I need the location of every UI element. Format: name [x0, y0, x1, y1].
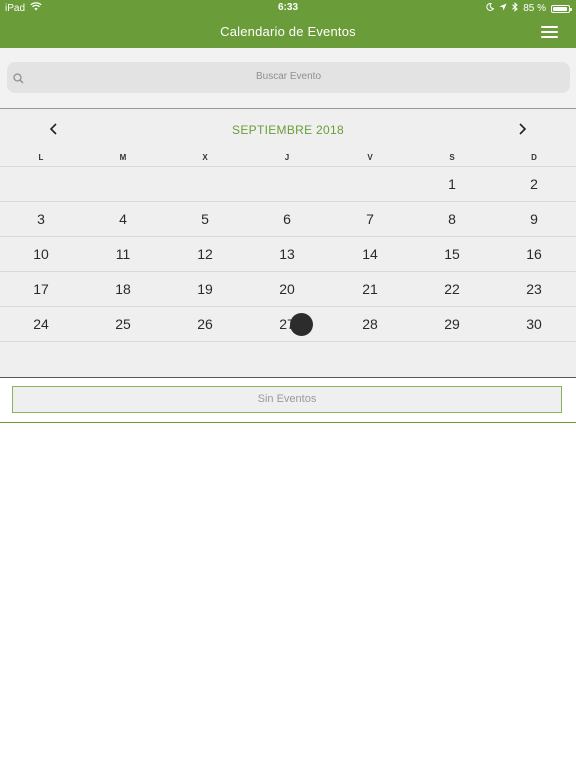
weekday-label: M [119, 153, 127, 162]
location-arrow-icon [499, 3, 507, 14]
calendar-day [329, 167, 411, 201]
calendar-week-row: 1 2 [0, 166, 576, 201]
battery-icon [551, 4, 572, 13]
calendar-day[interactable]: 21 [329, 272, 411, 306]
navigation-bar: Calendario de Eventos [0, 16, 576, 48]
calendar-day[interactable]: 11 [82, 237, 164, 271]
month-label: SEPTIEMBRE 2018 [232, 123, 344, 137]
calendar-day[interactable]: 28 [329, 307, 411, 341]
calendar-day[interactable]: 12 [164, 237, 246, 271]
calendar-day-today[interactable]: 27 [246, 307, 328, 341]
weekday-label: D [531, 153, 537, 162]
weekday-label: L [38, 153, 44, 162]
calendar-day[interactable]: 20 [246, 272, 328, 306]
calendar-day[interactable]: 29 [411, 307, 493, 341]
calendar-day[interactable]: 1 [411, 167, 493, 201]
calendar-day[interactable]: 25 [82, 307, 164, 341]
search-input[interactable]: Buscar Evento [7, 62, 570, 93]
calendar-day[interactable]: 4 [82, 202, 164, 236]
page-title: Calendario de Eventos [220, 24, 356, 39]
weekday-header: L M X J V S D [0, 153, 576, 167]
calendar-day[interactable]: 18 [82, 272, 164, 306]
calendar-week-row: 3 4 5 6 7 8 9 [0, 201, 576, 236]
weekday-label: V [367, 153, 373, 162]
search-bar-container: Buscar Evento [0, 48, 576, 108]
calendar-day[interactable]: 14 [329, 237, 411, 271]
chevron-right-icon[interactable] [515, 122, 529, 136]
top-bar: iPad 6:33 85 % Calendario de Eventos [0, 0, 576, 48]
bluetooth-icon [512, 2, 518, 15]
calendar-day[interactable]: 13 [246, 237, 328, 271]
calendar-day[interactable]: 9 [493, 202, 575, 236]
calendar-day[interactable]: 24 [0, 307, 82, 341]
calendar-day[interactable]: 10 [0, 237, 82, 271]
calendar-day [246, 167, 328, 201]
weekday-label: J [284, 153, 290, 162]
calendar-day[interactable]: 17 [0, 272, 82, 306]
status-bar: iPad 6:33 85 % [0, 0, 576, 16]
calendar-day[interactable]: 7 [329, 202, 411, 236]
calendar-week-row: 10 11 12 13 14 15 16 [0, 236, 576, 271]
no-events-label: Sin Eventos [12, 386, 562, 413]
calendar-day[interactable]: 6 [246, 202, 328, 236]
calendar-day[interactable]: 8 [411, 202, 493, 236]
calendar-day[interactable]: 3 [0, 202, 82, 236]
calendar-day[interactable]: 23 [493, 272, 575, 306]
calendar-week-row: 24 25 26 27 28 29 30 [0, 306, 576, 341]
weekday-label: X [202, 153, 208, 162]
battery-percent: 85 % [523, 3, 546, 14]
weekday-label: S [449, 153, 455, 162]
calendar-day[interactable]: 22 [411, 272, 493, 306]
calendar-week-row: 17 18 19 20 21 22 23 [0, 271, 576, 306]
calendar-empty-row [0, 341, 576, 376]
events-section: Sin Eventos [0, 378, 576, 423]
calendar-header: SEPTIEMBRE 2018 [0, 109, 576, 151]
calendar-day[interactable]: 16 [493, 237, 575, 271]
calendar-day [82, 167, 164, 201]
today-day-number: 27 [279, 316, 295, 332]
hamburger-menu-icon[interactable] [541, 26, 558, 38]
calendar-day [0, 167, 82, 201]
search-placeholder: Buscar Evento [255, 71, 322, 82]
calendar-day[interactable]: 26 [164, 307, 246, 341]
calendar-day[interactable]: 30 [493, 307, 575, 341]
calendar: SEPTIEMBRE 2018 L M X J V S D 1 2 3 4 5 … [0, 108, 576, 377]
calendar-day[interactable]: 5 [164, 202, 246, 236]
calendar-day[interactable]: 2 [493, 167, 575, 201]
moon-icon [486, 2, 495, 14]
calendar-day [164, 167, 246, 201]
calendar-day[interactable]: 15 [411, 237, 493, 271]
calendar-day[interactable]: 19 [164, 272, 246, 306]
